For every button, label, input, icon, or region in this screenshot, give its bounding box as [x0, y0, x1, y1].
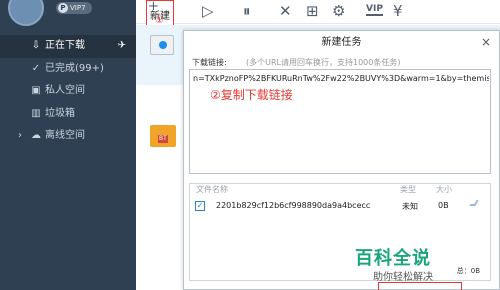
dialog-title: 新建任务 — [321, 37, 362, 48]
sidebar-item-label: 私人空间 — [45, 85, 85, 96]
sidebar-item-label: 离线空间 — [45, 130, 85, 141]
private-space-icon: ▣ — [31, 85, 41, 96]
sidebar-item-offline-space[interactable]: › ☁ 离线空间 — [0, 125, 136, 148]
sidebar-item-label: 垃圾箱 — [45, 107, 75, 119]
sidebar-nav: ⇩ 正在下载 ✈ ✓ 已完成(99+) ▣ 私人空间 ▥ 垃圾箱 › ☁ 离线空… — [0, 35, 136, 148]
money-icon[interactable]: ¥ — [393, 2, 403, 20]
cloud-icon: ☁ — [31, 130, 41, 141]
watermark-title: 百科全说 — [355, 248, 431, 269]
file-name: 2201b829cf12b6cf998890da9a4bcecc — [216, 201, 371, 210]
step-two-annotation: ②复制下载链接 — [210, 88, 293, 102]
bt-tag: BT — [158, 135, 168, 143]
watermark-subtitle: 助你轻松解决 — [373, 272, 433, 283]
column-header-name: 文件名称 — [196, 185, 228, 194]
bird-icon: ✈ — [117, 40, 126, 51]
download-link-label: 下载链接: — [192, 58, 227, 67]
total-size: 总：0B — [456, 267, 480, 275]
sidebar-item-label: 正在下载 — [45, 40, 85, 51]
sidebar-item-downloading[interactable]: ⇩ 正在下载 ✈ — [0, 35, 136, 58]
sidebar-item-label: 已完成(99+) — [45, 62, 104, 74]
vip-level-badge: VIP7 — [56, 2, 92, 14]
highlight-frame — [378, 282, 462, 290]
close-icon[interactable]: × — [481, 35, 491, 49]
file-list-panel: 文件名称 类型 大小 ✓ 2201b829cf12b6cf998890da9a4… — [189, 183, 491, 283]
new-task-button[interactable]: + 新建 ① — [146, 0, 174, 28]
sidebar: VIP7 ⇩ 正在下载 ✈ ✓ 已完成(99+) ▣ 私人空间 ▥ 垃圾箱 › … — [0, 0, 136, 290]
download-link-hint: (多个URL请用回车换行，支持1000条任务) — [246, 58, 401, 67]
resize-grip-icon[interactable] — [469, 200, 479, 206]
file-size: 0B — [438, 201, 449, 210]
delete-icon[interactable]: ✕ — [279, 2, 292, 20]
download-arrow-icon: ⇩ — [31, 40, 41, 51]
file-type: 未知 — [402, 202, 418, 211]
url-textarea[interactable]: n=TXkPznoFP%2BFKURuRnTw%2Fw22%2BUVY%3D&w… — [189, 69, 491, 174]
sidebar-item-trash[interactable]: ▥ 垃圾箱 — [0, 103, 136, 126]
grid-icon[interactable]: ⊞ — [306, 2, 319, 20]
new-task-dialog: 新建任务 × 下载链接: (多个URL请用回车换行，支持1000条任务) n=T… — [183, 30, 500, 290]
vip-icon[interactable]: VIP — [366, 4, 383, 16]
column-header-size: 大小 — [436, 185, 452, 194]
file-icon — [150, 35, 174, 55]
column-header-type: 类型 — [400, 185, 416, 194]
sidebar-item-completed[interactable]: ✓ 已完成(99+) — [0, 58, 136, 81]
check-circle-icon: ✓ — [31, 62, 41, 74]
avatar[interactable] — [8, 0, 44, 26]
file-checkbox[interactable]: ✓ — [195, 201, 205, 211]
pause-icon[interactable]: ⏸ — [243, 2, 251, 20]
url-value: n=TXkPznoFP%2BFKURuRnTw%2Fw22%2BUVY%3D&w… — [193, 74, 489, 83]
gear-icon[interactable]: ⚙ — [332, 2, 345, 20]
trash-icon: ▥ — [31, 107, 41, 119]
file-list-header: 文件名称 类型 大小 — [190, 184, 490, 196]
sidebar-item-private-space[interactable]: ▣ 私人空间 — [0, 80, 136, 103]
file-row[interactable]: ✓ 2201b829cf12b6cf998890da9a4bcecc 未知 0B — [190, 196, 490, 216]
play-icon[interactable]: ▷ — [202, 2, 214, 20]
bt-folder-icon: BT — [150, 125, 176, 147]
chevron-right-icon[interactable]: › — [18, 125, 22, 148]
toolbar: + 新建 ① ▷ ⏸ ✕ ⊞ ⚙ VIP ¥ — [136, 0, 500, 28]
